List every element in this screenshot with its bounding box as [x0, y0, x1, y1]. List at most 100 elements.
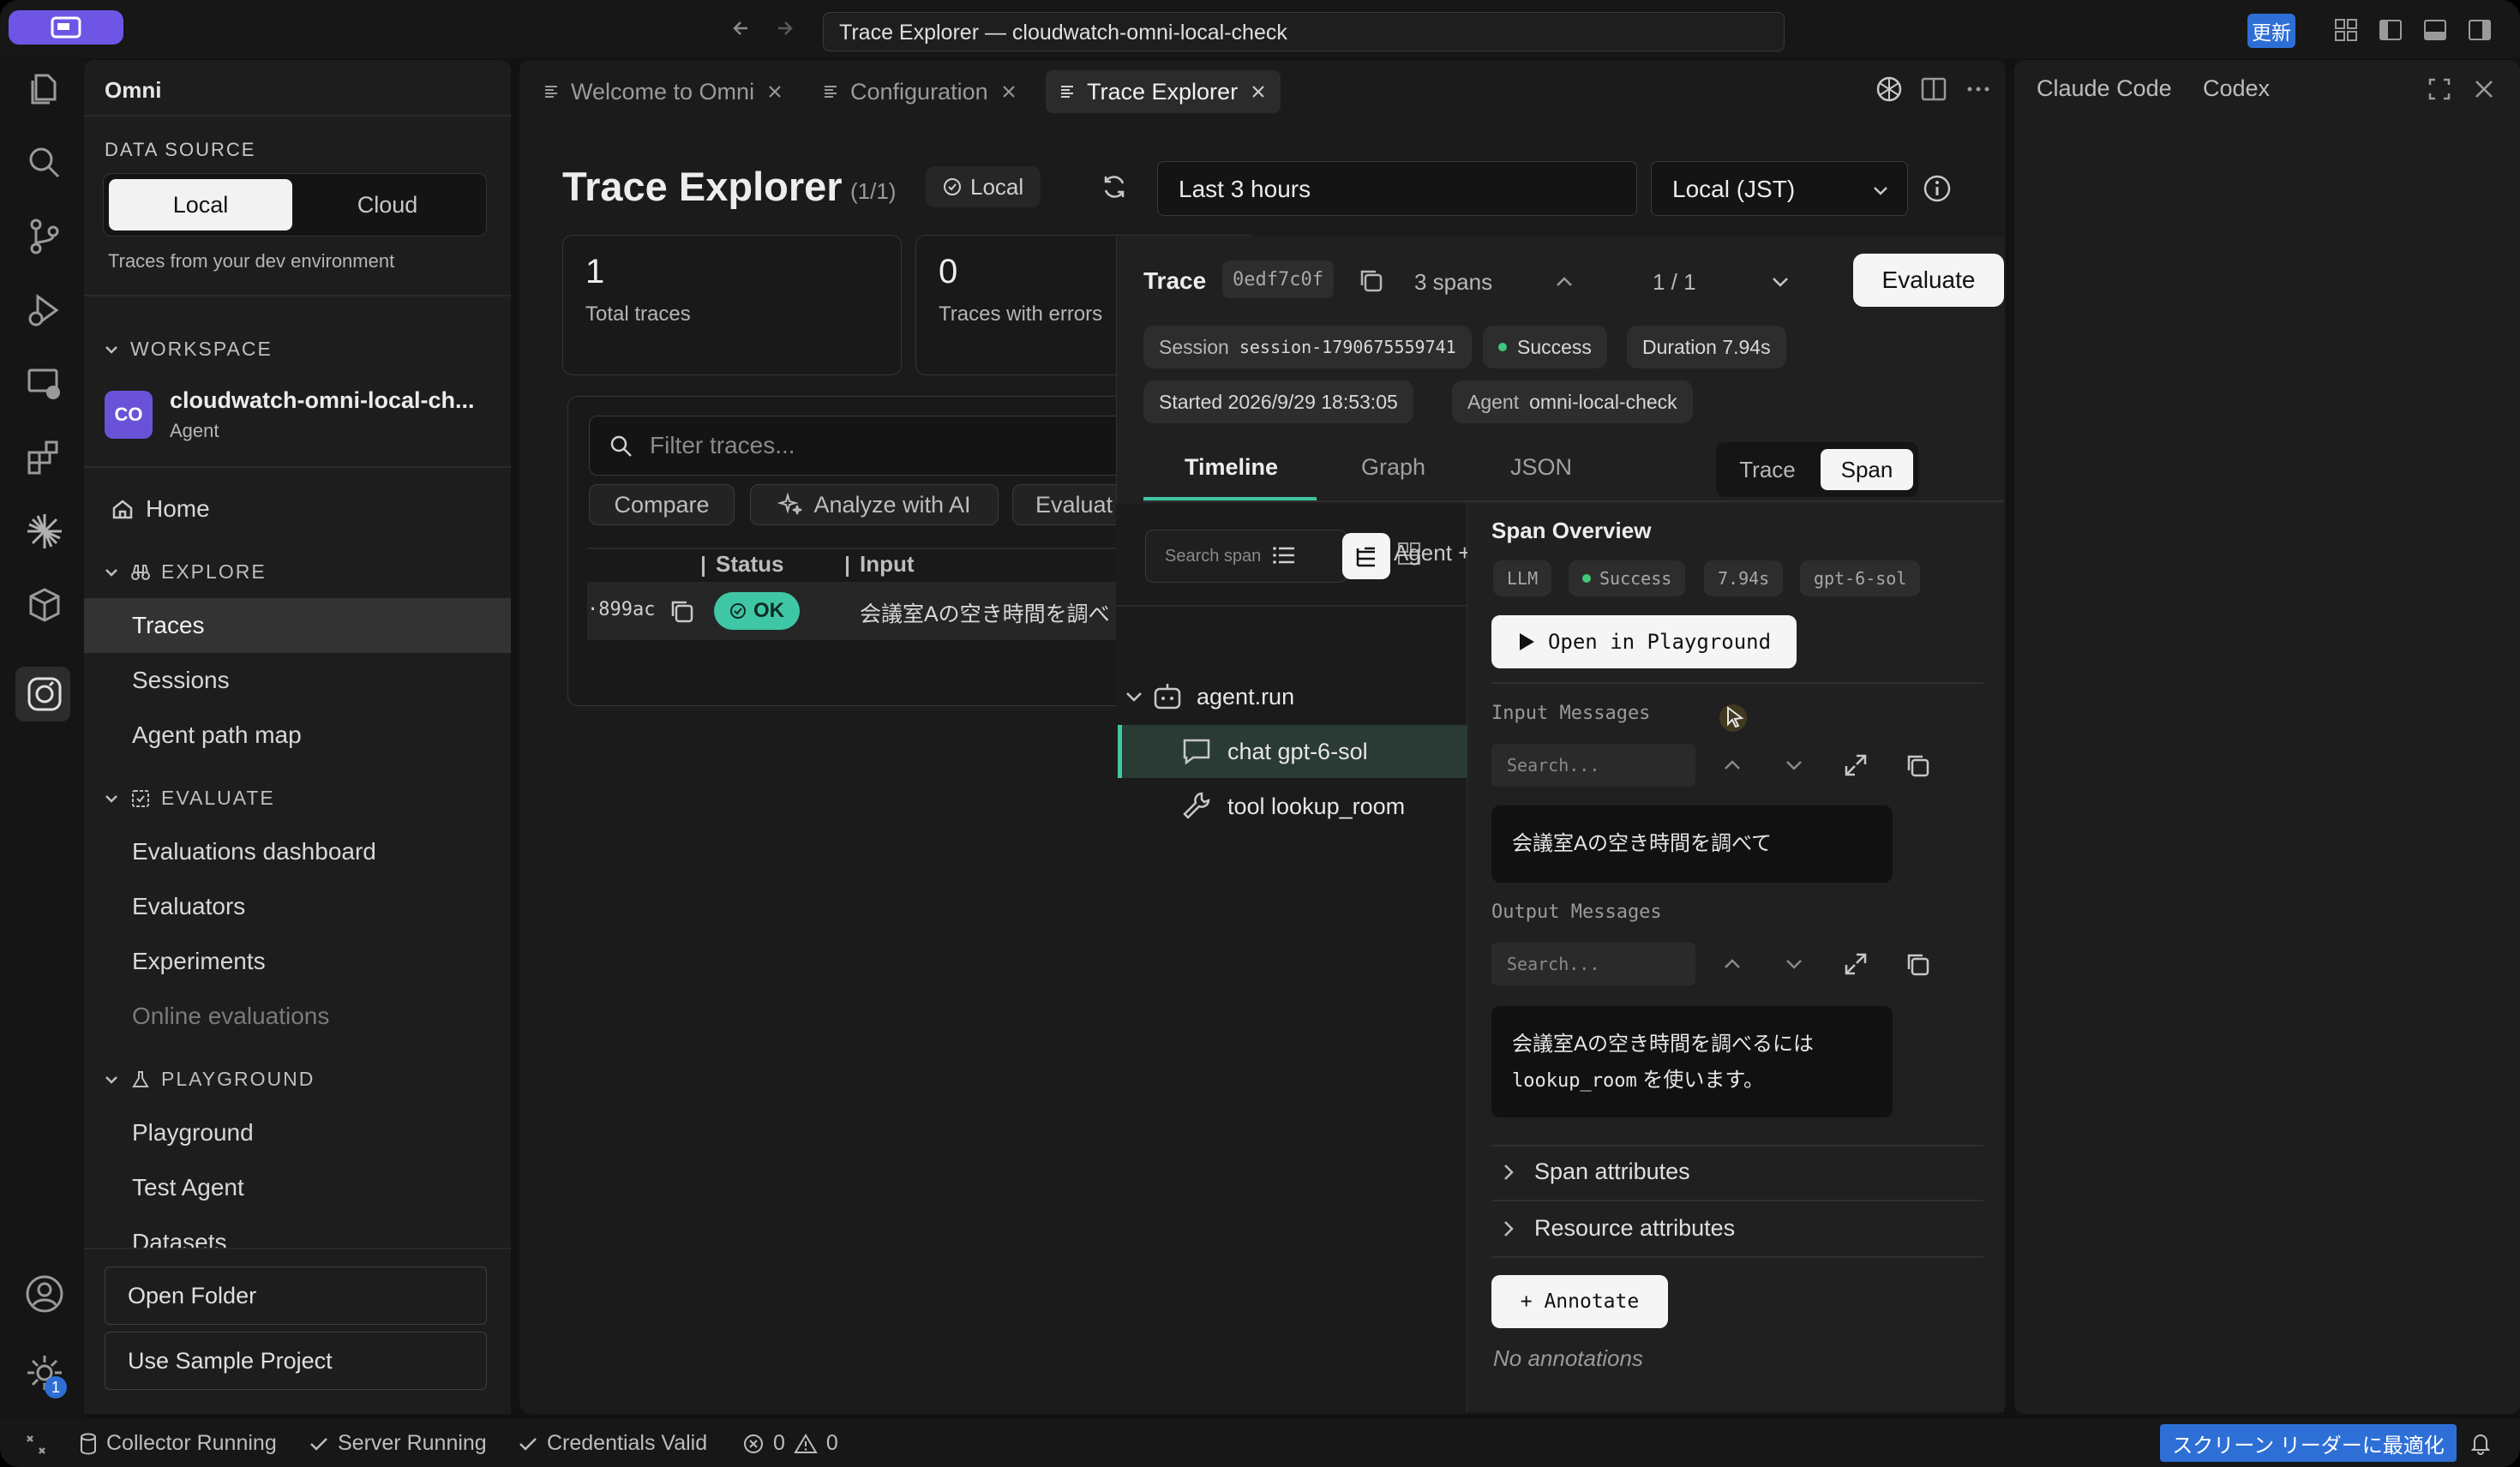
forward-arrow-icon[interactable] [773, 15, 799, 41]
nav-experiments[interactable]: Experiments [132, 948, 266, 975]
remote-indicator-icon[interactable] [24, 1433, 48, 1457]
chevron-down-icon[interactable] [1779, 751, 1809, 780]
chevron-up-icon[interactable] [1718, 751, 1747, 780]
list-filter-icon[interactable] [1270, 542, 1298, 569]
chevron-down-icon[interactable] [1779, 949, 1809, 979]
tree-tool-lookup-room[interactable]: tool lookup_room [1227, 793, 1405, 820]
explore-heading[interactable]: EXPLORE [103, 560, 267, 584]
run-debug-icon[interactable] [24, 290, 65, 331]
tree-agent-run[interactable]: agent.run [1197, 684, 1294, 710]
server-status[interactable]: Server Running [309, 1431, 487, 1456]
close-icon[interactable] [2470, 75, 2498, 103]
mode-span[interactable]: Span [1821, 449, 1913, 490]
chevron-up-icon[interactable] [1553, 271, 1575, 293]
cloud-option[interactable]: Cloud [296, 179, 479, 231]
copy-icon[interactable] [1903, 949, 1932, 979]
close-icon[interactable] [766, 83, 783, 100]
claude-spark-icon[interactable] [24, 511, 65, 552]
nav-evaluations-dashboard[interactable]: Evaluations dashboard [132, 838, 376, 865]
input-search[interactable]: Search... [1491, 744, 1695, 787]
tree-view-toggle[interactable] [1342, 533, 1390, 579]
evaluate-button[interactable]: Evaluate [1853, 254, 2004, 307]
tab-claude-code[interactable]: Claude Code [2037, 75, 2172, 102]
span-attributes-toggle[interactable]: Span attributes [1502, 1159, 1690, 1185]
source-control-icon[interactable] [24, 216, 65, 257]
openai-logo-icon[interactable] [1874, 74, 1905, 105]
compare-button[interactable]: Compare [589, 484, 735, 525]
close-icon[interactable] [1250, 83, 1267, 100]
output-search[interactable]: Search... [1491, 943, 1695, 985]
nav-playground[interactable]: Playground [132, 1119, 254, 1147]
copy-icon[interactable] [1903, 751, 1932, 780]
filter-traces-input[interactable]: Filter traces... [589, 416, 1155, 476]
toggle-primary-sidebar-icon[interactable] [2378, 17, 2403, 43]
chevron-down-icon[interactable] [1123, 686, 1145, 708]
open-folder-button[interactable]: Open Folder [105, 1266, 487, 1325]
open-in-playground-button[interactable]: Open in Playground [1491, 615, 1797, 668]
tab-graph[interactable]: Graph [1361, 454, 1425, 481]
chevron-down-icon[interactable] [1769, 271, 1791, 293]
agent-toggle[interactable]: Agent + [1394, 540, 1467, 566]
workspace-name[interactable]: cloudwatch-omni-local-ch... [170, 387, 475, 414]
tab-timeline[interactable]: Timeline [1185, 454, 1278, 481]
remote-explorer-icon[interactable] [24, 363, 65, 404]
toggle-secondary-sidebar-icon[interactable] [2467, 17, 2493, 43]
app-menu-button[interactable] [9, 10, 123, 45]
expand-icon[interactable] [1841, 949, 1870, 979]
tab-codex[interactable]: Codex [2203, 75, 2270, 102]
nav-evaluators[interactable]: Evaluators [132, 893, 245, 920]
copy-icon[interactable] [1356, 266, 1385, 295]
nav-traces[interactable]: Traces [132, 612, 205, 639]
analyze-with-ai-button[interactable]: Analyze with AI [750, 484, 999, 525]
expand-icon[interactable] [1841, 751, 1870, 780]
info-icon[interactable] [1922, 173, 1953, 204]
credentials-status[interactable]: Credentials Valid [518, 1431, 707, 1456]
omni-icon[interactable] [24, 674, 65, 715]
explorer-files-icon[interactable] [24, 69, 65, 110]
output-code: lookup_room [1512, 1070, 1637, 1092]
resource-attributes-toggle[interactable]: Resource attributes [1502, 1215, 1735, 1242]
nav-test-agent[interactable]: Test Agent [132, 1174, 244, 1201]
tab-configuration[interactable]: Configuration [823, 70, 1017, 113]
extensions-icon[interactable] [24, 437, 65, 478]
home-nav-item[interactable]: Home [111, 495, 210, 523]
customize-layout-icon[interactable] [2333, 17, 2359, 43]
problems-status[interactable]: 0 0 [742, 1431, 838, 1456]
table-row[interactable]: ·899ac OK 会議室Aの空き時間を調べ [587, 582, 1153, 640]
command-center[interactable]: Trace Explorer — cloudwatch-omni-local-c… [823, 12, 1785, 51]
tab-welcome[interactable]: Welcome to Omni [543, 70, 783, 113]
local-option[interactable]: Local [109, 179, 292, 231]
split-editor-icon[interactable] [1920, 75, 1947, 103]
notifications-bell-icon[interactable] [2469, 1431, 2493, 1455]
nav-agent-path-map[interactable]: Agent path map [132, 722, 302, 749]
update-button[interactable]: 更新 [2247, 14, 2295, 48]
span-search-input[interactable]: Search span [1145, 530, 1347, 583]
nav-sessions[interactable]: Sessions [132, 667, 230, 694]
timezone-select[interactable]: Local (JST) [1651, 161, 1908, 216]
tab-json[interactable]: JSON [1510, 454, 1572, 481]
back-arrow-icon[interactable] [730, 15, 756, 41]
screen-reader-button[interactable]: スクリーン リーダーに最適化 [2160, 1424, 2457, 1462]
mode-trace[interactable]: Trace [1725, 449, 1810, 490]
search-icon[interactable] [24, 142, 65, 183]
time-range-input[interactable]: Last 3 hours [1157, 161, 1637, 216]
col-input-header[interactable]: Input [860, 551, 915, 578]
tree-chat-gpt[interactable]: chat gpt-6-sol [1227, 739, 1368, 765]
chevron-up-icon[interactable] [1718, 949, 1747, 979]
more-actions-icon[interactable] [1965, 75, 1992, 103]
tab-trace-explorer[interactable]: Trace Explorer [1046, 70, 1281, 113]
evaluate-heading[interactable]: EVALUATE [103, 787, 275, 810]
maximize-icon[interactable] [2426, 75, 2453, 103]
workspace-heading[interactable]: WORKSPACE [103, 338, 273, 361]
use-sample-project-button[interactable]: Use Sample Project [105, 1332, 487, 1390]
playground-heading[interactable]: PLAYGROUND [103, 1068, 315, 1091]
collector-status[interactable]: Collector Running [79, 1431, 277, 1456]
container-box-icon[interactable] [24, 584, 65, 626]
col-status-header[interactable]: Status [716, 551, 783, 578]
copy-icon[interactable] [668, 597, 695, 625]
annotate-button[interactable]: + Annotate [1491, 1275, 1668, 1328]
refresh-icon[interactable] [1099, 171, 1130, 202]
toggle-panel-icon[interactable] [2422, 17, 2448, 43]
account-icon[interactable] [24, 1273, 65, 1314]
close-icon[interactable] [1000, 83, 1017, 100]
